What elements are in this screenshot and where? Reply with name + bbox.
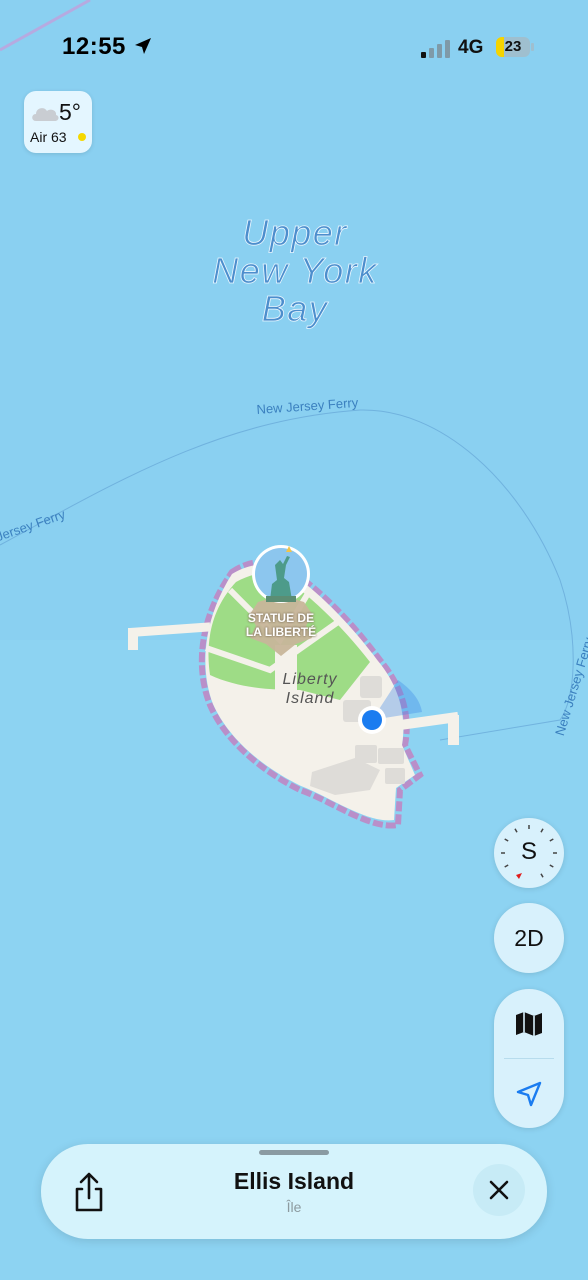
- island-label: Liberty Island: [270, 670, 350, 708]
- weather-temperature: 5°: [59, 99, 81, 125]
- place-title: Ellis Island: [233, 1168, 355, 1194]
- close-icon: [489, 1180, 509, 1200]
- cloud-icon: [32, 108, 59, 121]
- sheet-grabber[interactable]: [259, 1150, 329, 1155]
- view-mode-button[interactable]: 2D: [494, 903, 564, 973]
- close-button[interactable]: [473, 1164, 525, 1216]
- north-indicator-icon: [516, 873, 522, 879]
- controls-separator: [504, 1058, 554, 1059]
- location-services-icon: [135, 38, 151, 54]
- water-body-label: Upper New York Bay: [180, 212, 410, 329]
- water-label-line: New York: [212, 250, 378, 291]
- place-subtitle: Île: [286, 1199, 302, 1215]
- battery-cap: [531, 43, 534, 51]
- network-type: 4G: [458, 37, 484, 58]
- poi-label-line: STATUE DE: [247, 611, 315, 625]
- battery-icon: 23: [496, 37, 530, 57]
- compass-heading: S: [520, 838, 537, 865]
- poi-label[interactable]: STATUE DE LA LIBERTÉ: [236, 611, 326, 639]
- location-arrow-icon[interactable]: [514, 1079, 544, 1109]
- air-quality: Air 63: [30, 129, 67, 145]
- place-card[interactable]: Ellis Island Île: [41, 1144, 547, 1239]
- poi-label-line: LA LIBERTÉ: [245, 625, 317, 639]
- battery-level: 23: [504, 38, 522, 55]
- air-quality-dot: [78, 133, 86, 141]
- island-label-line: Liberty: [282, 671, 338, 688]
- statue-of-liberty-icon[interactable]: [252, 545, 310, 603]
- water-label-line: Upper: [242, 212, 348, 253]
- cellular-signal-icon: [421, 40, 450, 58]
- status-bar: 12:55 4G 23: [0, 0, 588, 96]
- weather-widget[interactable]: 5° Air 63: [24, 91, 92, 153]
- status-time: 12:55: [62, 33, 126, 60]
- map-controls-group: [494, 989, 564, 1128]
- compass-button[interactable]: S: [494, 818, 564, 888]
- water-label-line: Bay: [261, 288, 329, 329]
- user-location-dot[interactable]: [362, 710, 382, 730]
- view-mode-label: 2D: [514, 925, 544, 951]
- map-icon[interactable]: [512, 1007, 546, 1041]
- island-label-line: Island: [285, 690, 335, 707]
